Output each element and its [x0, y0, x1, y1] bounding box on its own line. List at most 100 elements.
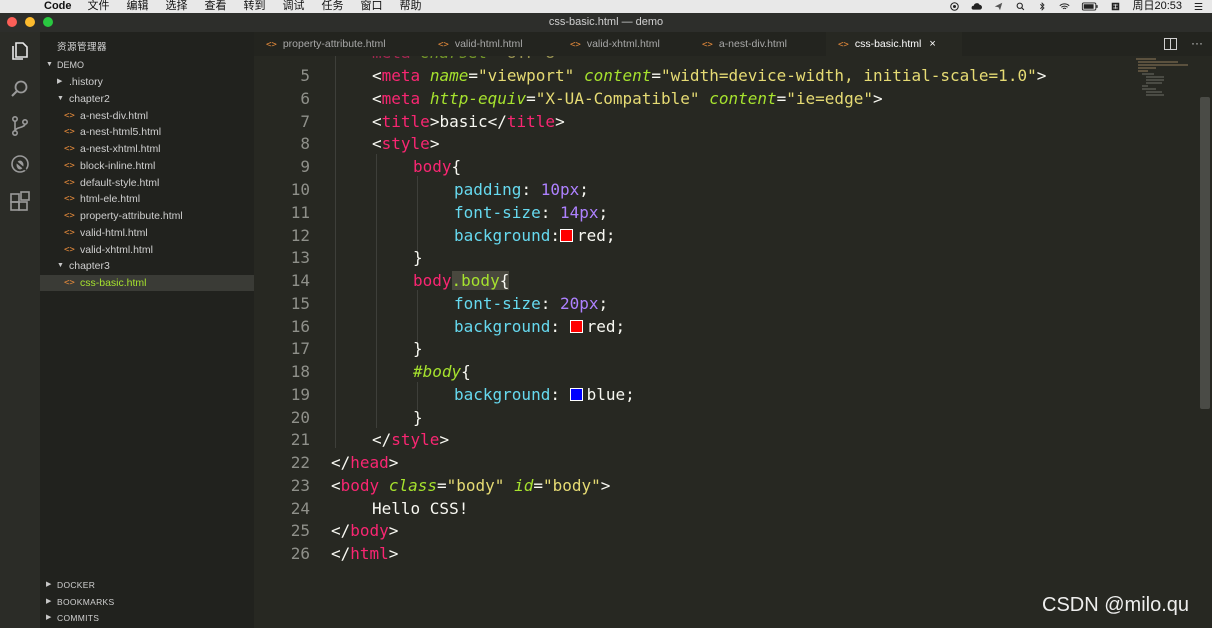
menu-edit[interactable]: 编辑: [127, 0, 149, 13]
tree-file[interactable]: <> valid-html.html: [40, 225, 254, 241]
line-number: 5: [300, 66, 310, 85]
html-file-icon: <>: [838, 40, 849, 50]
line-number: 19: [290, 385, 310, 404]
line-number: 11: [290, 203, 310, 222]
html-file-icon: <>: [64, 244, 75, 255]
source-control-icon[interactable]: [9, 115, 31, 137]
chevron-right-icon: ▶: [46, 581, 52, 588]
more-actions-icon[interactable]: ···: [1191, 36, 1203, 50]
html-file-icon: <>: [64, 194, 75, 205]
explorer-sidebar: 资源管理器 ▼ DEMO ▶ .history ▼ chapter2 <> a-nest-…: [40, 32, 254, 628]
menu-selection[interactable]: 选择: [166, 0, 188, 13]
code-line: <meta name="viewport" content="width=dev…: [372, 66, 1047, 85]
section-label: COMMITS: [57, 613, 100, 623]
code-line: </head>: [331, 453, 399, 472]
menu-go[interactable]: 转到: [244, 0, 266, 13]
activity-bar: [0, 32, 40, 628]
menu-file[interactable]: 文件: [88, 0, 110, 13]
section-commits[interactable]: ▶ COMMITS: [40, 610, 254, 626]
tree-folder[interactable]: ▼ chapter3: [40, 258, 254, 274]
battery-icon[interactable]: [1081, 2, 1099, 11]
send-icon[interactable]: [993, 2, 1004, 11]
tree-file[interactable]: <> a-nest-div.html: [40, 108, 254, 124]
line-number: 6: [300, 89, 310, 108]
debug-icon[interactable]: [9, 153, 31, 175]
tree-item-label: valid-xhtml.html: [80, 243, 153, 256]
line-number: 20: [290, 408, 310, 427]
menu-list-icon[interactable]: [1193, 2, 1204, 11]
window-titlebar: css-basic.html — demo: [0, 13, 1212, 32]
minimap[interactable]: [1134, 57, 1198, 97]
menu-window[interactable]: 窗口: [361, 0, 383, 13]
menu-app[interactable]: Code: [44, 0, 72, 13]
close-tab-icon[interactable]: ×: [929, 38, 935, 50]
tree-file[interactable]: <> css-basic.html: [40, 275, 254, 291]
html-file-icon: <>: [64, 160, 75, 171]
menubar-clock[interactable]: 周日20:53: [1132, 0, 1182, 13]
tab-valid-html[interactable]: <> valid-html.html: [426, 32, 568, 56]
window-title: css-basic.html — demo: [548, 16, 664, 28]
extensions-icon[interactable]: [9, 190, 31, 212]
split-editor-icon[interactable]: [1164, 38, 1177, 50]
menu-view[interactable]: 查看: [205, 0, 227, 13]
tree-item-label: property-attribute.html: [80, 210, 183, 222]
menu-help[interactable]: 帮助: [400, 0, 422, 13]
color-swatch-blue[interactable]: [569, 388, 583, 401]
tab-a-nest-div[interactable]: <> a-nest-div.html: [690, 32, 832, 56]
menu-list: Code 文件 编辑 选择 查看 转到 调试 任务 窗口 帮助: [44, 0, 439, 13]
section-bookmarks[interactable]: ▶ BOOKMARKS: [40, 594, 254, 610]
section-docker[interactable]: ▶ DOCKER: [40, 577, 254, 593]
color-swatch-red[interactable]: [559, 229, 573, 242]
line-number: 15: [290, 294, 310, 313]
record-icon[interactable]: [949, 2, 960, 11]
line-number: 16: [290, 317, 310, 336]
code-line: }: [413, 408, 423, 427]
code-line: </html>: [331, 544, 399, 563]
tree-file[interactable]: <> valid-xhtml.html: [40, 242, 254, 258]
code-editor[interactable]: 5 6 7 8 9 10 11 12 13 14 15 16 17 18 19 20 21 22 23 24 25 26 …: [254, 56, 1212, 628]
tree-file[interactable]: <> block-inline.html: [40, 158, 254, 174]
tree-file[interactable]: <> default-style.html: [40, 175, 254, 191]
bluetooth-icon[interactable]: [1037, 2, 1048, 11]
html-file-icon: <>: [64, 227, 75, 238]
tree-file[interactable]: <> a-nest-html5.html: [40, 124, 254, 140]
html-file-icon: <>: [570, 40, 581, 50]
wifi-icon[interactable]: [1059, 2, 1071, 11]
indent-guide: [335, 56, 336, 448]
tab-css-basic[interactable]: <> css-basic.html ×: [826, 32, 962, 56]
explorer-icon[interactable]: [9, 40, 31, 62]
html-file-icon: <>: [64, 110, 75, 121]
search-icon[interactable]: [1015, 2, 1026, 11]
tree-file[interactable]: <> property-attribute.html: [40, 208, 254, 224]
indent-guide: [417, 382, 418, 410]
menu-debug[interactable]: 调试: [283, 0, 305, 13]
workspace-root-label: DEMO: [57, 60, 84, 70]
tree-item-label: block-inline.html: [80, 159, 156, 172]
tree-file[interactable]: <> html-ele.html: [40, 191, 254, 207]
editor-scrollbar[interactable]: [1200, 97, 1210, 409]
tab-valid-xhtml[interactable]: <> valid-xhtml.html: [558, 32, 700, 56]
section-label: DOCKER: [57, 580, 96, 590]
tree-folder[interactable]: ▼ chapter2: [40, 91, 254, 107]
tree-folder[interactable]: ▶ .history: [40, 74, 254, 90]
tree-file[interactable]: <> a-nest-xhtml.html: [40, 141, 254, 157]
code-line: <title>basic</title>: [372, 112, 565, 131]
color-swatch-red[interactable]: [569, 320, 583, 333]
search-view-icon[interactable]: [9, 78, 31, 100]
line-number: 13: [290, 248, 310, 267]
html-file-icon: <>: [64, 211, 75, 221]
indent-guide: [417, 176, 418, 256]
line-number: 23: [290, 476, 310, 495]
code-line: <meta http-equiv="X-UA-Compatible" conte…: [372, 89, 883, 108]
tab-property-attribute[interactable]: <> property-attribute.html: [254, 32, 436, 56]
menu-tasks[interactable]: 任务: [322, 0, 344, 13]
tab-label: a-nest-div.html: [718, 38, 787, 50]
tab-label: valid-xhtml.html: [586, 38, 660, 50]
chevron-right-icon: ▶: [46, 614, 52, 621]
workspace-root[interactable]: ▼ DEMO: [40, 57, 254, 73]
code-line: Hello CSS!: [372, 499, 469, 518]
code-line: body.body{: [413, 271, 510, 290]
input-method-icon[interactable]: [1110, 2, 1121, 11]
tree-item-label: html-ele.html: [80, 193, 141, 206]
cloud-icon[interactable]: [971, 2, 983, 11]
